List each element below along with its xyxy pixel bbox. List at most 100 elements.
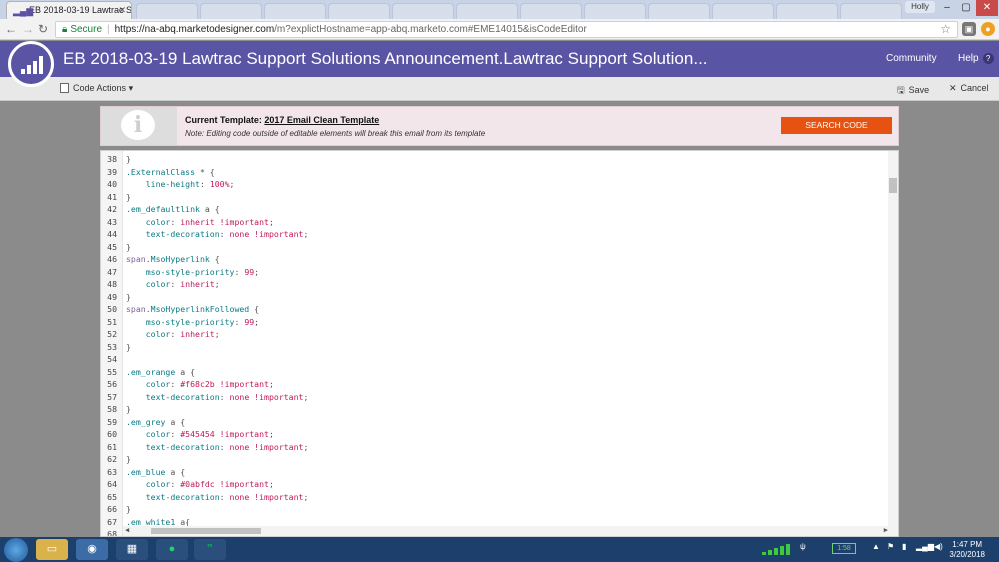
url-host: https://na-abq.marketodesigner.com — [114, 24, 275, 35]
app-grid-icon[interactable]: ▦ — [116, 539, 148, 560]
line-number: 54 — [107, 354, 117, 364]
line-number: 45 — [107, 241, 117, 252]
code-line[interactable]: 48 color: inherit; — [101, 278, 886, 291]
info-bubble-icon: i — [121, 110, 155, 140]
window-close-icon[interactable]: ✕ — [976, 0, 998, 16]
network-signal-icon[interactable] — [762, 544, 790, 555]
minimize-icon[interactable]: – — [938, 0, 956, 16]
code-line[interactable]: 64 color: #0abfdc !important; — [101, 478, 886, 491]
vertical-scrollbar[interactable] — [888, 151, 898, 527]
code-line[interactable]: 65 text-decoration: none !important; — [101, 491, 886, 504]
browser-tab[interactable] — [584, 3, 646, 19]
code-line[interactable]: 52 color: inherit; — [101, 328, 886, 341]
bookmark-star-icon[interactable]: ☆ — [940, 22, 951, 37]
browser-tab[interactable] — [520, 3, 582, 19]
code-line[interactable]: 38} — [101, 153, 886, 166]
code-line[interactable]: 63 .em_blue a { — [101, 466, 886, 479]
code-line[interactable]: 66} — [101, 503, 886, 516]
code-line[interactable]: 39 .ExternalClass * { — [101, 166, 886, 179]
browser-tab[interactable] — [840, 3, 902, 19]
code-text: .em_defaultlink a { — [126, 203, 220, 216]
url-input[interactable]: 🔒︎ Secure | https://na-abq.marketodesigner.… — [55, 21, 958, 38]
code-actions-menu[interactable]: Code Actions ▾ — [60, 83, 133, 94]
search-code-button[interactable]: SEARCH CODE — [781, 117, 892, 134]
code-line[interactable]: 56 color: #f68c2b !important; — [101, 378, 886, 391]
code-line[interactable]: 58} — [101, 403, 886, 416]
browser-tab[interactable] — [392, 3, 454, 19]
chrome-icon[interactable]: ◉ — [76, 539, 108, 560]
code-line[interactable]: 40 line-height: 100%; — [101, 178, 886, 191]
browser-tab[interactable] — [328, 3, 390, 19]
spotify-icon[interactable]: ● — [156, 539, 188, 560]
tray-expand-icon[interactable]: ▲ — [872, 542, 880, 551]
browser-tab[interactable] — [456, 3, 518, 19]
scroll-left-icon[interactable]: ◀ — [125, 526, 129, 534]
marketo-logo[interactable] — [8, 41, 54, 87]
extension-icon[interactable]: ● — [981, 22, 995, 36]
code-line[interactable]: 42 .em_defaultlink a { — [101, 203, 886, 216]
browser-tab[interactable] — [200, 3, 262, 19]
code-line[interactable]: 41} — [101, 191, 886, 204]
profile-badge[interactable]: Holly — [905, 1, 935, 13]
vertical-scroll-thumb[interactable] — [889, 178, 897, 193]
code-line[interactable]: 47 mso-style-priority: 99; — [101, 266, 886, 279]
maximize-icon[interactable]: ▢ — [957, 0, 975, 16]
extension-icon[interactable]: ▣ — [962, 22, 976, 36]
code-token: : — [170, 429, 181, 439]
code-line[interactable]: 45} — [101, 241, 886, 254]
browser-tab[interactable] — [136, 3, 198, 19]
browser-tab[interactable] — [264, 3, 326, 19]
code-line[interactable]: 53} — [101, 341, 886, 354]
scroll-right-icon[interactable]: ▶ — [884, 526, 888, 534]
code-token: ; — [254, 266, 260, 277]
template-link[interactable]: 2017 Email Clean Template — [264, 115, 379, 125]
code-token: ; — [229, 179, 235, 189]
flag-icon[interactable]: ⚑ — [887, 542, 894, 551]
code-line[interactable]: 46 span.MsoHyperlink { — [101, 253, 886, 266]
battery-icon[interactable]: ▮ — [902, 542, 906, 551]
code-token: color — [145, 279, 171, 289]
code-line[interactable]: 44 text-decoration: none !important; — [101, 228, 886, 241]
code-line[interactable]: 43 color: inherit !important; — [101, 216, 886, 229]
forward-arrow-icon[interactable]: → — [22, 22, 34, 36]
horizontal-scroll-thumb[interactable] — [151, 528, 261, 534]
volume-icon[interactable]: ◀) — [934, 542, 943, 551]
line-number: 50 — [107, 304, 117, 314]
code-line[interactable]: 57 text-decoration: none !important; — [101, 391, 886, 404]
code-line[interactable]: 59 .em_grey a { — [101, 416, 886, 429]
code-line[interactable]: 55 .em_orange a { — [101, 366, 886, 379]
battery-indicator[interactable]: 1:58 — [832, 543, 856, 554]
file-explorer-icon[interactable]: ▭ — [36, 539, 68, 560]
browser-tab[interactable] — [648, 3, 710, 19]
code-editor[interactable]: 38} 39 .ExternalClass * {40 line-height: 1… — [100, 150, 899, 537]
horizontal-scrollbar[interactable]: ◀ ▶ — [123, 526, 898, 536]
code-line[interactable]: 54 — [101, 353, 886, 366]
cancel-button[interactable]: ✕ Cancel — [949, 83, 989, 94]
hangouts-icon[interactable]: ❞ — [194, 539, 226, 560]
code-line[interactable]: 61 text-decoration: none !important; — [101, 441, 886, 454]
signal-bars-icon[interactable]: ▂▄▆ — [916, 542, 934, 551]
code-line[interactable]: 60 color: #545454 !important; — [101, 428, 886, 441]
code-token: color — [145, 479, 171, 489]
code-line[interactable]: 51 mso-style-priority: 99; — [101, 316, 886, 329]
line-number: 63 — [107, 466, 117, 477]
browser-tab[interactable] — [712, 3, 774, 19]
tab-close-icon[interactable]: ✕ — [118, 5, 126, 16]
system-clock[interactable]: 1:47 PM 3/20/2018 — [949, 540, 985, 560]
line-number: 44 — [107, 229, 117, 239]
code-line[interactable]: 50 span.MsoHyperlinkFollowed { — [101, 303, 886, 316]
code-line[interactable]: 62} — [101, 453, 886, 466]
code-line[interactable]: 49} — [101, 291, 886, 304]
help-link[interactable]: Help? — [958, 53, 994, 64]
save-button[interactable]: 🖫︎ Save — [897, 83, 929, 99]
back-arrow-icon[interactable]: ← — [5, 22, 17, 36]
browser-tab[interactable] — [776, 3, 838, 19]
wifi-icon[interactable]: ψ — [800, 542, 806, 551]
browser-tab-active[interactable]: ▂▄▆ EB 2018-03-19 Lawtrac S ✕ — [6, 1, 132, 19]
community-link[interactable]: Community — [886, 53, 937, 64]
code-token: : — [219, 441, 230, 452]
start-button-icon[interactable] — [4, 538, 28, 562]
reload-icon[interactable]: ↻ — [38, 22, 48, 36]
